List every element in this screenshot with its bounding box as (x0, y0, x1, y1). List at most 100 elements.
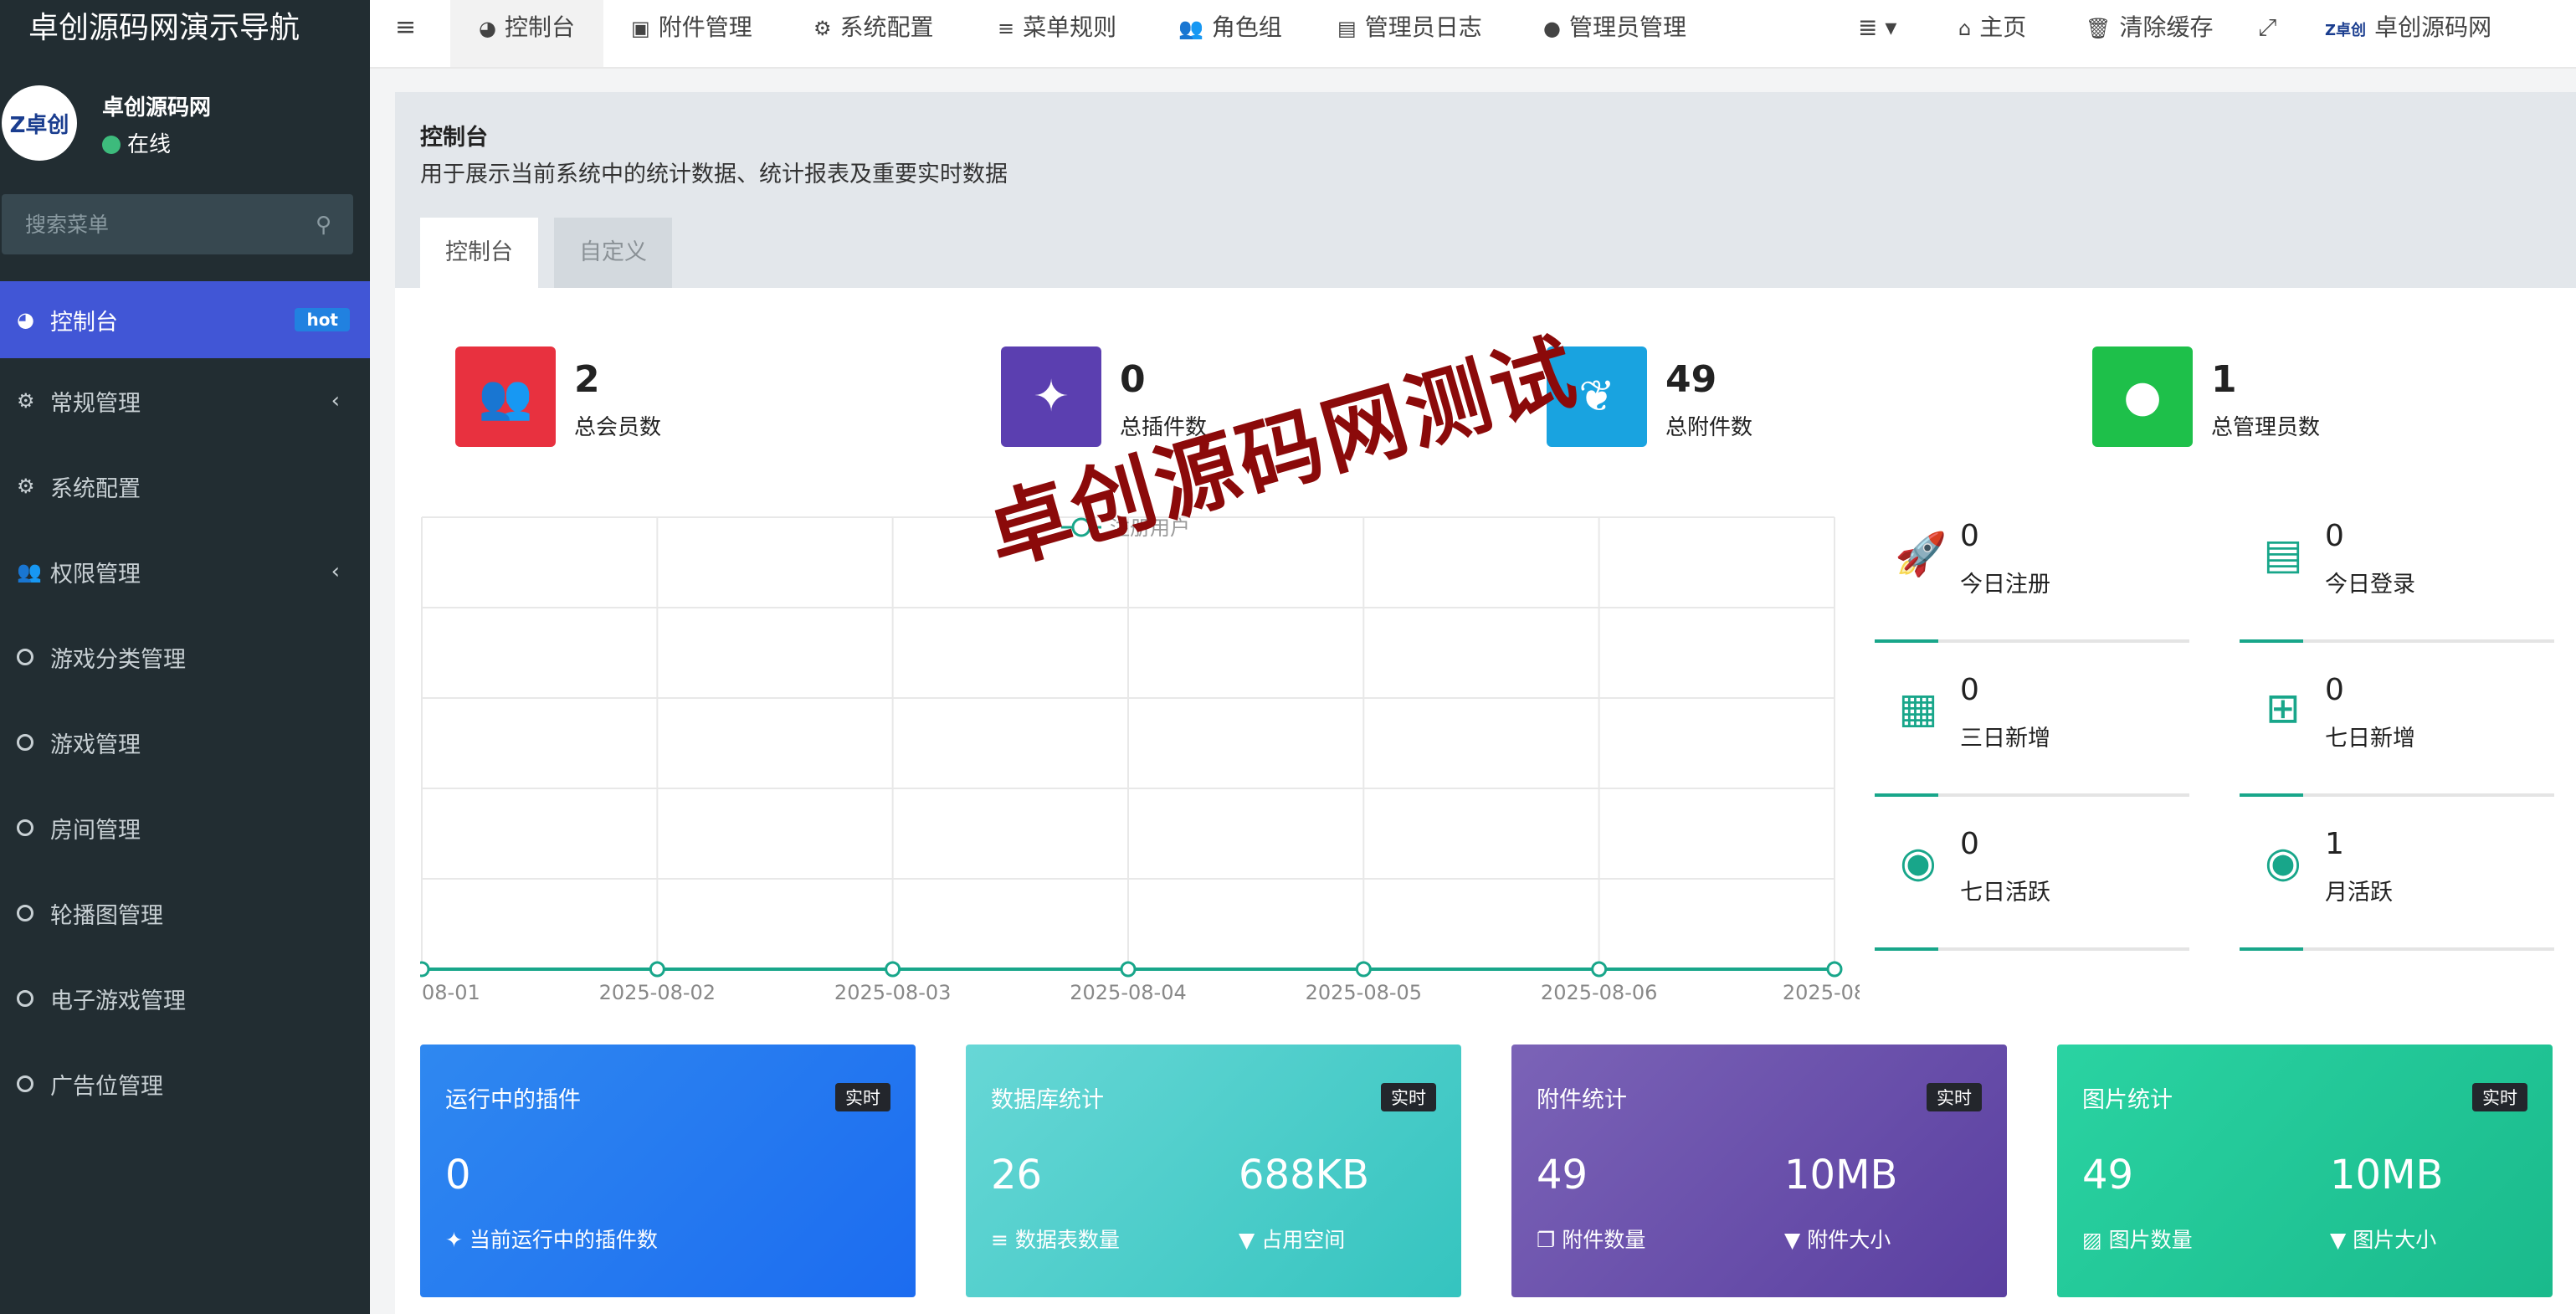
card-sublabel: 图片数量 (2108, 1228, 2193, 1252)
site-name: 卓创源码网 (2374, 13, 2492, 41)
x-tick-label: 2025-08-0 (1783, 981, 1860, 1004)
card-database: 数据库统计 实时 26 ≡ 数据表数量 688KB ▼ 占用空间 (966, 1045, 1461, 1297)
search-icon[interactable]: ⚲ (316, 213, 331, 238)
more-dropdown[interactable]: ≣ ▾ (1858, 0, 1896, 67)
mini-stat-7day-new: ⊞ 0 七日新增 (2240, 673, 2554, 797)
tab-label: 管理员管理 (1568, 13, 1686, 41)
card-value: 10MB (2330, 1152, 2444, 1199)
sidebar-item-label: 游戏分类管理 (50, 646, 186, 673)
sidebar-item-dashboard[interactable]: ◕ 控制台 hot (0, 281, 370, 358)
calendar-icon: ▦ (1898, 684, 1938, 732)
trash-icon: 🗑 (2086, 17, 2112, 40)
realtime-badge: 实时 (835, 1083, 890, 1111)
accent-bar (1875, 639, 1938, 643)
tab-role-group[interactable]: 👥 角色组 (1178, 0, 1282, 67)
main-content: 控制台 用于展示当前系统中的统计数据、统计报表及重要实时数据 控制台 自定义 👥… (370, 69, 2576, 1314)
sidebar-item-label: 权限管理 (50, 561, 141, 588)
sidebar-item-label: 广告位管理 (50, 1073, 163, 1100)
list-dropdown-icon: ≣ ▾ (1858, 13, 1897, 41)
gear-icon: ⚙ (813, 17, 832, 40)
dashboard-panel: 控制台 用于展示当前系统中的统计数据、统计报表及重要实时数据 控制台 自定义 👥… (395, 92, 2576, 1314)
tab-console[interactable]: 控制台 (420, 218, 538, 288)
mini-stat-month-active: ◉ 1 月活跃 (2240, 827, 2554, 951)
cogs-icon: ⚙ (17, 389, 35, 413)
brand-logo-icon: Z卓创 (2325, 22, 2367, 39)
sidebar-item-system-config[interactable]: ⚙ 系统配置 (0, 444, 370, 529)
sidebar-item-game[interactable]: 游戏管理 (0, 700, 370, 785)
x-tick-label: 2025-08-03 (834, 981, 951, 1004)
sidebar-item-general[interactable]: ⚙ 常规管理 ‹ (0, 358, 370, 444)
tab-label: 角色组 (1211, 13, 1282, 41)
sidebar-item-egame[interactable]: 电子游戏管理 (0, 956, 370, 1041)
profile-menu[interactable]: Z卓创 卓创源码网 (2325, 0, 2491, 67)
sidebar-search: ⚲ (2, 194, 353, 254)
stat-label: 总附件数 (1665, 415, 1753, 440)
status-text: 在线 (127, 132, 172, 157)
mini-stat-today-login: ▤ 0 今日登录 (2240, 519, 2554, 643)
x-tick-label: 2025-08-05 (1306, 981, 1422, 1004)
mini-stat-value: 0 (1960, 519, 1979, 553)
data-point (1591, 961, 1608, 978)
sidebar-item-room[interactable]: 房间管理 (0, 785, 370, 870)
magic-icon: ✦ (445, 1228, 470, 1252)
id-card-icon: ▤ (2263, 530, 2303, 578)
search-input[interactable] (2, 194, 286, 254)
card-sublabel: 当前运行中的插件数 (469, 1228, 658, 1252)
tab-label: 控制台 (504, 13, 575, 41)
card-images: 图片统计 实时 49 ▨ 图片数量 10MB ▼ 图片大小 (2057, 1045, 2553, 1297)
circle-icon (17, 905, 33, 921)
circle-icon (17, 649, 33, 665)
tab-dashboard[interactable]: ◕ 控制台 (450, 0, 603, 67)
tab-label: 附件管理 (658, 13, 752, 41)
card-sublabel: 附件数量 (1562, 1228, 1646, 1252)
tab-system-config[interactable]: ⚙ 系统配置 (813, 0, 934, 67)
menu-toggle-icon[interactable]: ≡ (395, 0, 416, 67)
accent-bar (1875, 793, 1938, 797)
x-tick-label: 08-01 (422, 981, 480, 1004)
tab-label: 菜单规则 (1023, 13, 1117, 41)
sidebar-item-game-category[interactable]: 游戏分类管理 (0, 614, 370, 700)
dashboard-icon: ◕ (17, 308, 34, 331)
home-icon: ⌂ (1958, 17, 1972, 40)
sidebar-item-label: 轮播图管理 (50, 902, 163, 929)
card-title: 附件统计 (1537, 1087, 1627, 1113)
dashboard-icon: ◕ (479, 17, 496, 40)
user-status: 在线 (102, 127, 171, 158)
mini-stat-value: 0 (2325, 673, 2344, 707)
user-icon: ● (1543, 17, 1561, 40)
sidebar-item-ads[interactable]: 广告位管理 (0, 1041, 370, 1127)
sidebar-item-label: 房间管理 (50, 817, 141, 844)
mini-stat-label: 今日注册 (1960, 572, 2050, 598)
tab-admin-manage[interactable]: ● 管理员管理 (1543, 0, 1686, 67)
sidebar-item-permissions[interactable]: 👥 权限管理 ‹ (0, 529, 370, 614)
filter-icon: ▼ (1239, 1228, 1262, 1252)
chevron-left-icon: ‹ (331, 559, 340, 584)
card-value: 10MB (1784, 1152, 1898, 1199)
registration-line-chart: 08-01 2025-08-02 2025-08-03 2025-08-04 2025-… (420, 516, 1860, 1004)
data-point (1826, 961, 1843, 978)
mini-stat-3day-new: ▦ 0 三日新增 (1875, 673, 2189, 797)
fullscreen-icon[interactable]: ⤢ (2258, 0, 2276, 67)
rocket-icon: 🚀 (1895, 530, 1947, 578)
sidebar-item-carousel[interactable]: 轮播图管理 (0, 870, 370, 956)
mini-stat-value: 0 (2325, 519, 2344, 553)
filter-icon: ▼ (2330, 1228, 2353, 1252)
page-title: 控制台 (420, 125, 488, 151)
tab-admin-log[interactable]: ▤ 管理员日志 (1337, 0, 1482, 67)
mini-stat-label: 月活跃 (2325, 880, 2393, 906)
sidebar-item-label: 系统配置 (50, 475, 141, 502)
accent-bar (2240, 947, 2303, 951)
card-attachments: 附件统计 实时 49 ❐ 附件数量 10MB ▼ 附件大小 (1511, 1045, 2007, 1297)
top-navbar: ≡ ◕ 控制台 ▣ 附件管理 ⚙ 系统配置 ≡ 菜单规则 👥 角色组 ▤ 管理员日志 ● 管理… (370, 0, 2576, 69)
mini-stat-label: 七日活跃 (1960, 880, 2050, 906)
app-title[interactable]: 卓创源码网演示导航 (0, 0, 370, 57)
card-value: 0 (445, 1152, 471, 1199)
realtime-badge: 实时 (1381, 1083, 1436, 1111)
tab-attachments[interactable]: ▣ 附件管理 (631, 0, 752, 67)
card-sublabel: 附件大小 (1807, 1228, 1891, 1252)
home-link[interactable]: ⌂ 主页 (1958, 0, 2026, 67)
tab-menu-rules[interactable]: ≡ 菜单规则 (998, 0, 1116, 67)
clear-cache-button[interactable]: 🗑 清除缓存 (2086, 0, 2213, 67)
sidebar-item-label: 常规管理 (50, 390, 141, 417)
tab-custom[interactable]: 自定义 (554, 218, 672, 288)
